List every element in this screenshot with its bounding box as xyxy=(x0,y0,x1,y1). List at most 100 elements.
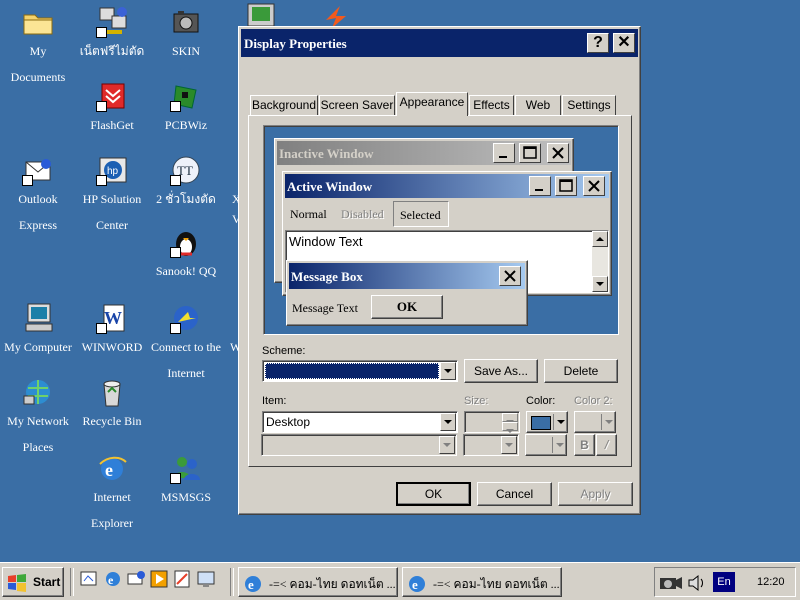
apply-button: Apply xyxy=(558,482,633,506)
language-indicator[interactable]: En xyxy=(713,572,735,592)
svg-text:e: e xyxy=(105,460,113,480)
help-button[interactable]: ? xyxy=(587,33,609,53)
item-select[interactable]: Desktop xyxy=(262,411,458,433)
desktop-icon-winword[interactable]: W WINWORD xyxy=(74,302,150,360)
media-player-icon[interactable] xyxy=(150,570,168,588)
close-icon xyxy=(583,176,605,196)
desktop-icon-hp-solution-center[interactable]: hp HP Solution Center xyxy=(74,154,150,238)
spin-up-icon xyxy=(502,413,518,424)
dialog-titlebar[interactable]: Display Properties ? ✕ xyxy=(241,29,638,57)
clock[interactable]: 12:20 xyxy=(757,576,785,588)
tab-appearance[interactable]: Appearance xyxy=(396,92,468,116)
appearance-panel: Inactive Window Active Window Normal Dis… xyxy=(248,115,632,467)
timer-icon: TT xyxy=(170,154,202,186)
speaker-icon[interactable] xyxy=(687,574,707,596)
word-icon: W xyxy=(96,302,128,334)
desktop-shortcut-icon[interactable] xyxy=(197,570,215,588)
desktop-icon-internet-explorer[interactable]: e Internet Explorer xyxy=(74,452,150,536)
internet-explorer-icon: e xyxy=(96,452,128,484)
desktop-icon-my-computer[interactable]: My Computer xyxy=(0,302,76,360)
preview-scrollbar xyxy=(592,231,608,292)
tab-background[interactable]: Background xyxy=(250,95,318,115)
desktop-icon-outlook-express[interactable]: Outlook Express xyxy=(0,154,76,238)
chevron-down-icon[interactable] xyxy=(440,413,456,431)
display-properties-dialog: Display Properties ? ✕ Background Screen… xyxy=(238,26,641,515)
connect-wizard-icon xyxy=(170,302,202,334)
desktop-icon-msmsgs[interactable]: MSMSGS xyxy=(148,452,224,510)
desktop-icon-my-documents[interactable]: My Documents xyxy=(0,6,76,90)
scroll-down-icon xyxy=(592,276,608,292)
hp-icon: hp xyxy=(96,154,128,186)
scheme-select[interactable] xyxy=(262,360,458,382)
system-tray: En 12:20 xyxy=(654,567,796,597)
show-desktop-icon[interactable] xyxy=(80,570,98,588)
cancel-button[interactable]: Cancel xyxy=(477,482,552,506)
network-connection-icon xyxy=(96,6,128,38)
close-icon xyxy=(547,143,569,163)
recycle-bin-icon xyxy=(96,376,128,408)
color2-label: Color 2: xyxy=(574,395,613,407)
font-size-select xyxy=(463,434,519,456)
desktop-icon-my-network-places[interactable]: My Network Places xyxy=(0,376,76,460)
desktop-icon-pcbwiz[interactable]: PCBWiz xyxy=(148,80,224,138)
taskbar: Start e e -=< คอม-ไทย ดอทเน็ต ... e -=< … xyxy=(0,562,800,600)
taskbar-separator xyxy=(70,568,74,596)
preview-inactive-titlebar: Inactive Window xyxy=(277,141,571,165)
webcam-icon[interactable] xyxy=(659,574,683,596)
preview-ok-button: OK xyxy=(371,295,443,319)
delete-button[interactable]: Delete xyxy=(544,359,618,383)
tab-settings[interactable]: Settings xyxy=(562,95,616,115)
desktop-icon-connect-internet[interactable]: Connect to the Internet xyxy=(148,302,224,386)
scheme-selected-value xyxy=(265,363,439,379)
desktop-icon-skin[interactable]: SKIN xyxy=(148,6,224,64)
messenger-icon xyxy=(170,452,202,484)
bold-button: B xyxy=(574,434,595,456)
desktop-icon-sanook-qq[interactable]: Sanook! QQ xyxy=(148,226,224,284)
menu-disabled: Disabled xyxy=(341,207,384,221)
menu-normal: Normal xyxy=(290,207,327,221)
close-icon xyxy=(499,266,521,286)
tab-web[interactable]: Web xyxy=(515,95,561,115)
color-label: Color: xyxy=(526,395,556,407)
ok-button[interactable]: OK xyxy=(396,482,471,506)
chevron-down-icon xyxy=(439,436,455,454)
chevron-down-icon xyxy=(556,443,564,447)
maximize-icon xyxy=(519,143,541,163)
camera-icon xyxy=(170,6,202,38)
desktop-icon-2-hours[interactable]: TT 2 ชั่วโมงตัด xyxy=(148,154,224,212)
chevron-down-icon[interactable] xyxy=(440,362,456,380)
outlook-express-icon xyxy=(22,154,54,186)
preview-active-titlebar: Active Window xyxy=(285,174,609,198)
scroll-up-icon xyxy=(592,231,608,247)
item-selected-value: Desktop xyxy=(266,415,311,429)
color2-picker-button xyxy=(574,411,616,433)
color-picker-button[interactable] xyxy=(526,411,568,433)
windows-logo-icon xyxy=(7,574,27,595)
taskbar-task-1[interactable]: e -=< คอม-ไทย ดอทเน็ต ... xyxy=(238,567,398,597)
flashget-icon xyxy=(96,80,128,112)
taskbar-separator xyxy=(230,568,234,596)
preview-message-text: Message Text xyxy=(292,301,358,315)
notepad-icon[interactable] xyxy=(173,570,191,588)
folder-icon xyxy=(22,6,54,38)
circuit-board-icon xyxy=(170,80,202,112)
minimize-icon xyxy=(529,176,551,196)
ie-icon[interactable]: e xyxy=(104,570,122,588)
outlook-icon[interactable] xyxy=(127,570,145,588)
start-button[interactable]: Start xyxy=(2,567,64,597)
chevron-down-icon xyxy=(557,420,565,424)
maximize-icon xyxy=(555,176,577,196)
taskbar-task-2[interactable]: e -=< คอม-ไทย ดอทเน็ต ... xyxy=(402,567,562,597)
tab-screen-saver[interactable]: Screen Saver xyxy=(319,95,395,115)
close-button[interactable]: ✕ xyxy=(613,33,635,53)
svg-text:hp: hp xyxy=(107,166,119,177)
tab-effects[interactable]: Effects xyxy=(469,95,514,115)
save-as-button[interactable]: Save As... xyxy=(464,359,538,383)
spin-down-icon xyxy=(502,422,518,433)
preview-message-titlebar: Message Box xyxy=(289,263,525,289)
appearance-preview[interactable]: Inactive Window Active Window Normal Dis… xyxy=(263,125,619,335)
menu-selected: Selected xyxy=(393,201,449,227)
desktop-icon-recycle-bin[interactable]: Recycle Bin xyxy=(74,376,150,434)
desktop-icon-net-free[interactable]: เน็ตฟรีไม่ตัด xyxy=(74,6,150,64)
desktop-icon-flashget[interactable]: FlashGet xyxy=(74,80,150,138)
